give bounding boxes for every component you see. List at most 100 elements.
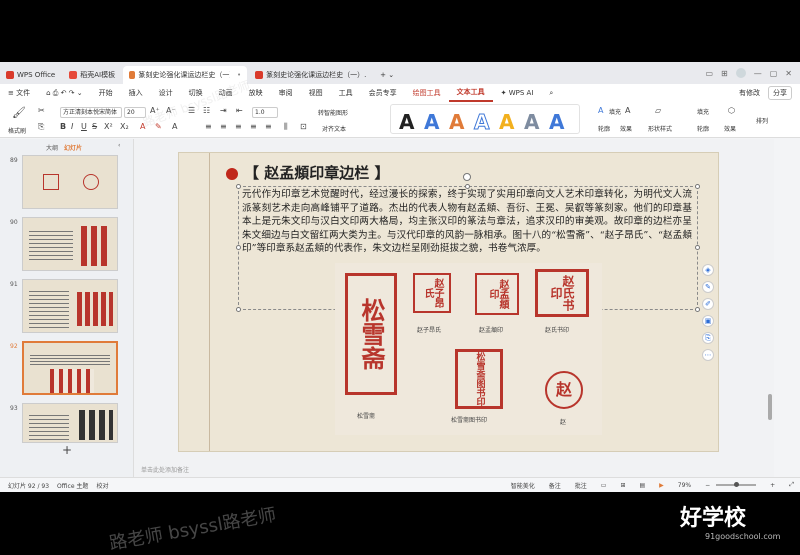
justify-icon[interactable]: ≡ — [250, 122, 257, 131]
font-color-icon[interactable]: A — [140, 122, 145, 131]
zoom-out-icon[interactable]: − — [705, 482, 710, 489]
notes-placeholder[interactable]: 单击此处添加备注 — [141, 465, 189, 474]
resize-handle[interactable] — [695, 245, 700, 250]
shape-style-button[interactable]: 形状样式 — [648, 124, 672, 133]
more-icon[interactable]: ⋯ — [702, 349, 714, 361]
menu-draw-tools[interactable]: 绘图工具 — [405, 88, 449, 98]
menu-icons[interactable]: ⌂ ⎙ ↶ ↷ ⌄ — [38, 89, 91, 98]
shrink-font-icon[interactable]: A⁻ — [166, 106, 176, 115]
vertical-scrollbar[interactable] — [766, 139, 774, 477]
resize-handle[interactable] — [236, 307, 241, 312]
font-name-select[interactable]: 方正清刻本悦宋简体 — [60, 107, 122, 118]
minimize-icon[interactable]: — — [754, 69, 762, 78]
rotate-handle[interactable] — [463, 173, 471, 181]
fit-icon[interactable]: ⤢ — [789, 481, 794, 489]
zoom-in-icon[interactable]: + — [770, 482, 775, 489]
highlight-icon[interactable]: ✎ — [155, 122, 162, 131]
tab-docer-ai[interactable]: 稻壳AI模板 — [63, 66, 121, 84]
shape-outline-button[interactable]: 轮廓 — [697, 124, 709, 133]
normal-view-icon[interactable]: ▭ — [601, 482, 607, 489]
wordart-style-4[interactable]: A — [473, 110, 490, 135]
shape-effect-button[interactable]: 效果 — [724, 124, 736, 133]
zoom-level[interactable]: 79% — [678, 482, 691, 489]
tab-outline[interactable]: 大纲 — [46, 143, 58, 152]
format-painter-icon[interactable]: 🖌 — [12, 106, 26, 119]
text-box-icon[interactable]: ⊡ — [300, 122, 307, 131]
add-slide-button[interactable]: + — [62, 443, 72, 457]
align-right-icon[interactable]: ≡ — [235, 122, 242, 131]
smart-shape-button[interactable]: 转智能图形 — [318, 108, 348, 117]
shape-style-icon[interactable]: ▱ — [655, 106, 661, 115]
distributed-icon[interactable]: ≡ — [265, 122, 272, 131]
menu-design[interactable]: 设计 — [151, 88, 181, 98]
wordart-style-5[interactable]: A — [499, 110, 514, 134]
menu-wps-ai[interactable]: ✦ WPS AI — [493, 89, 542, 97]
smart-beautify-button[interactable]: 智能美化 — [511, 481, 535, 490]
wordart-gallery[interactable]: A A A A A A A — [390, 104, 580, 135]
text-outline-button[interactable]: 轮廓 — [598, 124, 610, 133]
share-button[interactable]: 分享 — [768, 86, 792, 100]
wordart-style-2[interactable]: A — [424, 110, 439, 134]
menu-file[interactable]: ≡ 文件 — [0, 88, 38, 98]
italic-icon[interactable]: I — [71, 122, 73, 131]
line-spacing-select[interactable]: 1.0 — [252, 107, 278, 118]
tab-slides[interactable]: 幻灯片 — [64, 143, 82, 152]
bullets-icon[interactable]: ☰ — [188, 106, 195, 115]
close-icon[interactable]: ✕ — [785, 69, 792, 78]
indent-icon[interactable]: ⇥ — [220, 106, 227, 115]
underline-icon[interactable]: U — [81, 122, 87, 131]
menu-tools[interactable]: 工具 — [331, 88, 361, 98]
slide-title[interactable]: 【 赵孟頫印章边栏 】 — [244, 162, 389, 183]
pen-icon[interactable]: ✐ — [702, 298, 714, 310]
clear-format-icon[interactable]: A — [172, 122, 177, 131]
theme-name[interactable]: Office 主题 — [57, 481, 88, 490]
wordart-style-3[interactable]: A — [449, 110, 464, 134]
format-painter-button[interactable]: 格式刷 — [8, 126, 26, 135]
tab-pdf[interactable]: 篆刻史论强化课运边栏史（一）.pdf — [249, 66, 372, 84]
columns-icon[interactable]: ⫼ — [284, 122, 288, 132]
proof-button[interactable]: 校对 — [96, 481, 108, 490]
text-fill-button[interactable]: 填充 — [609, 107, 621, 116]
subscript-icon[interactable]: X₂ — [120, 122, 129, 131]
numbering-icon[interactable]: ☷ — [203, 106, 210, 115]
close-tab-icon[interactable]: • — [237, 71, 241, 79]
align-left-icon[interactable]: ≡ — [205, 122, 212, 131]
grid-icon[interactable]: ⊞ — [721, 69, 728, 78]
resize-handle[interactable] — [236, 184, 241, 189]
wordart-style-7[interactable]: A — [549, 110, 564, 134]
outdent-icon[interactable]: ⇤ — [236, 106, 243, 115]
bold-icon[interactable]: B — [60, 122, 66, 131]
slide-body-text[interactable]: 元代作为印章艺术觉醒时代，经过漫长的探索，终于实现了实用印章向文人艺术印章转化，… — [242, 188, 692, 256]
align-text-button[interactable]: 对齐文本 — [322, 124, 346, 133]
menu-review[interactable]: 审阅 — [271, 88, 301, 98]
menu-insert[interactable]: 插入 — [121, 88, 151, 98]
tab-wps-office[interactable]: WPS Office — [0, 66, 61, 84]
menu-member[interactable]: 会员专享 — [361, 88, 405, 98]
copy-icon[interactable]: ⎘ — [38, 122, 44, 132]
tab-pptx[interactable]: 篆刻史论强化课运边栏史（一）.pptx • — [123, 66, 248, 84]
seal-image[interactable]: 松雪斋 松雪斋 赵子昂氏 赵子昂氏 赵孟頫印 赵孟頫印 赵氏书印 赵氏书印 松雪… — [335, 263, 602, 435]
zoom-slider[interactable] — [716, 482, 757, 487]
comments-button[interactable]: 批注 — [575, 481, 587, 490]
resize-handle[interactable] — [236, 245, 241, 250]
font-size-select[interactable]: 20 — [124, 107, 146, 118]
menu-home[interactable]: 开始 — [91, 88, 121, 98]
text-effect-button[interactable]: 效果 — [620, 124, 632, 133]
menu-slideshow[interactable]: 放映 — [241, 88, 271, 98]
menu-animation[interactable]: 动画 — [211, 88, 241, 98]
arrange-icon[interactable]: ⬡ — [728, 106, 735, 115]
collapse-panel-icon[interactable]: ‹ — [118, 142, 120, 149]
layout-icon[interactable]: ▭ — [705, 69, 713, 78]
notes-button[interactable]: 备注 — [549, 481, 561, 490]
maximize-icon[interactable]: ▢ — [770, 69, 778, 78]
search-icon[interactable]: ⌕ — [541, 89, 561, 98]
edit-icon[interactable]: ✎ — [702, 281, 714, 293]
shape-fill-button[interactable]: 填充 — [697, 107, 709, 116]
cut-icon[interactable]: ✂ — [38, 106, 45, 115]
menu-text-tools[interactable]: 文本工具 — [448, 84, 493, 102]
align-center-icon[interactable]: ≡ — [220, 122, 227, 131]
wordart-style-1[interactable]: A — [399, 110, 414, 134]
menu-view[interactable]: 视图 — [301, 88, 331, 98]
resize-handle[interactable] — [695, 307, 700, 312]
wordart-style-6[interactable]: A — [524, 110, 539, 134]
